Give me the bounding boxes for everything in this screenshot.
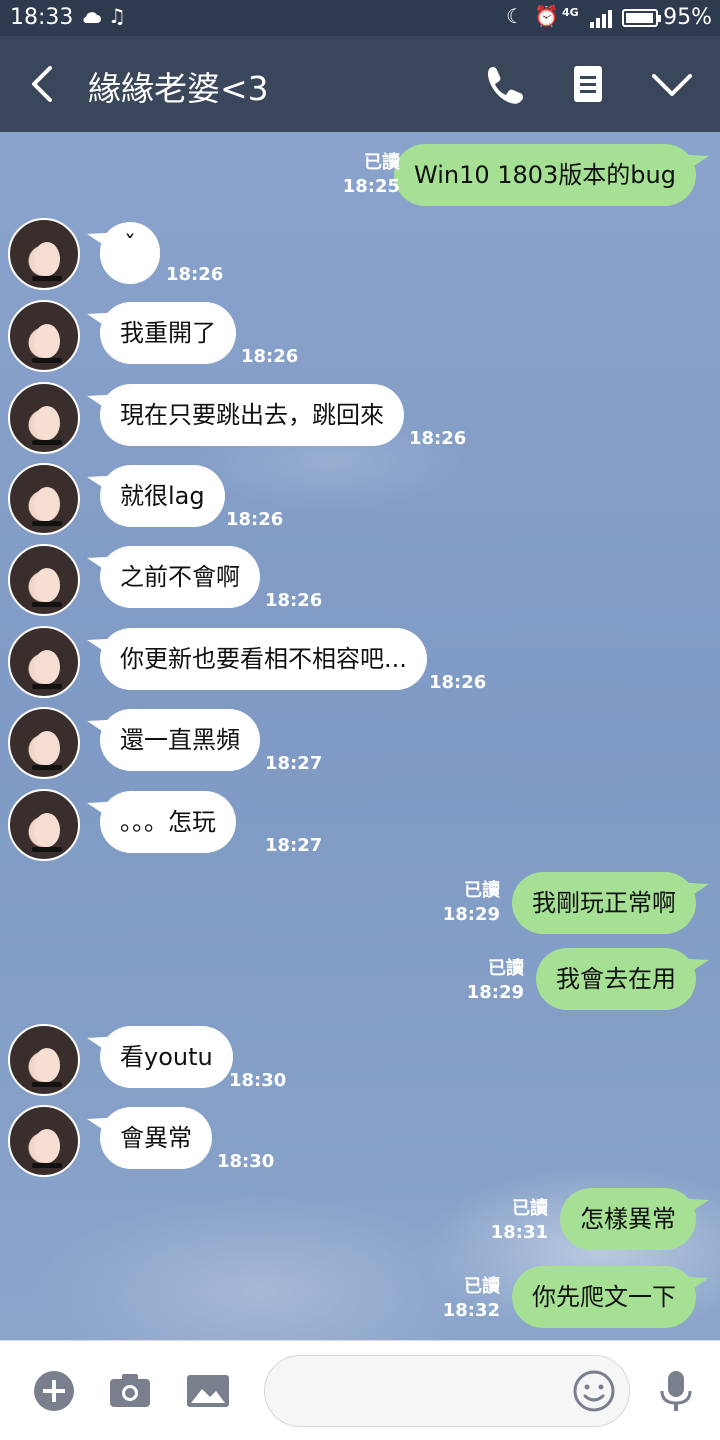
read-receipt: 已讀 xyxy=(464,880,500,901)
music-note-icon: ♫ xyxy=(108,4,126,28)
contact-avatar[interactable] xyxy=(8,218,80,290)
read-receipt: 已讀 xyxy=(512,1198,548,1219)
contact-avatar[interactable] xyxy=(8,463,80,535)
message-bubble-incoming[interactable]: 還一直黑頻 xyxy=(100,709,260,771)
message-bubble-outgoing[interactable]: 你先爬文一下 xyxy=(512,1266,696,1328)
message-time: 18:30 xyxy=(217,1151,275,1172)
phone-icon[interactable] xyxy=(482,64,526,104)
message-bubble-incoming[interactable]: 會異常 xyxy=(100,1107,212,1169)
message-bubble-outgoing[interactable]: 我剛玩正常啊 xyxy=(512,872,696,934)
message-time: 18:29 xyxy=(466,982,524,1003)
smiley-icon[interactable] xyxy=(572,1369,616,1413)
message-bubble-outgoing[interactable]: 我會去在用 xyxy=(536,948,696,1010)
message-time: 18:27 xyxy=(265,753,323,774)
message-time: 18:32 xyxy=(442,1300,500,1321)
message-time: 18:26 xyxy=(241,346,299,367)
moon-icon: ☾ xyxy=(506,4,524,28)
message-bubble-incoming[interactable]: 之前不會啊 xyxy=(100,546,260,608)
plus-circle-icon[interactable] xyxy=(32,1369,76,1413)
cloud-icon xyxy=(82,6,102,30)
status-time: 18:33 xyxy=(10,5,74,30)
contact-avatar[interactable] xyxy=(8,300,80,372)
contact-avatar[interactable] xyxy=(8,1024,80,1096)
read-receipt: 已讀 xyxy=(364,152,400,173)
network-type: 4G xyxy=(562,6,579,19)
notes-icon[interactable] xyxy=(566,64,610,104)
message-time: 18:31 xyxy=(490,1222,548,1243)
message-bubble-incoming[interactable]: ˇ xyxy=(100,222,160,284)
message-bubble-outgoing[interactable]: 怎樣異常 xyxy=(560,1188,696,1250)
message-time: 18:29 xyxy=(442,904,500,925)
message-bubble-incoming[interactable]: 我重開了 xyxy=(100,302,236,364)
contact-avatar[interactable] xyxy=(8,707,80,779)
message-bubble-incoming[interactable]: 看youtu xyxy=(100,1026,233,1088)
signal-icon xyxy=(588,10,614,28)
read-receipt: 已讀 xyxy=(464,1276,500,1297)
contact-avatar[interactable] xyxy=(8,626,80,698)
message-bubble-incoming[interactable]: 。。。怎玩 xyxy=(100,791,236,853)
status-bar: 18:33 ♫ ☾ ⏰ 4G 95% xyxy=(0,0,720,36)
microphone-icon[interactable] xyxy=(654,1369,698,1413)
image-icon[interactable] xyxy=(186,1369,230,1413)
contact-avatar[interactable] xyxy=(8,382,80,454)
contact-avatar[interactable] xyxy=(8,544,80,616)
message-bubble-incoming[interactable]: 就很lag xyxy=(100,465,225,527)
read-receipt: 已讀 xyxy=(488,958,524,979)
message-time: 18:26 xyxy=(429,672,487,693)
message-time: 18:25 xyxy=(342,176,400,197)
camera-icon[interactable] xyxy=(108,1369,152,1413)
message-bubble-outgoing[interactable]: Win10 1803版本的bug xyxy=(393,144,696,206)
chevron-left-icon[interactable] xyxy=(26,62,66,106)
chat-header: 緣緣老婆<3 xyxy=(0,36,720,132)
message-bubble-incoming[interactable]: 你更新也要看相不相容吧... xyxy=(100,628,427,690)
chevron-down-icon[interactable] xyxy=(650,64,694,104)
message-time: 18:27 xyxy=(265,835,323,856)
message-input-bar xyxy=(0,1340,720,1440)
battery-icon xyxy=(622,9,661,27)
contact-avatar[interactable] xyxy=(8,1105,80,1177)
message-time: 18:30 xyxy=(229,1070,287,1091)
message-time: 18:26 xyxy=(265,590,323,611)
alarm-icon: ⏰ xyxy=(534,4,559,28)
battery-percent: 95% xyxy=(663,5,712,30)
message-time: 18:26 xyxy=(409,428,467,449)
message-bubble-incoming[interactable]: 現在只要跳出去，跳回來 xyxy=(100,384,404,446)
chat-title: 緣緣老婆<3 xyxy=(88,69,269,108)
message-time: 18:26 xyxy=(226,509,284,530)
contact-avatar[interactable] xyxy=(8,789,80,861)
message-time: 18:26 xyxy=(166,264,224,285)
chat-area[interactable]: Win10 1803版本的bug 已讀 18:25 ˇ 18:26 我重開了 1… xyxy=(0,132,720,1340)
